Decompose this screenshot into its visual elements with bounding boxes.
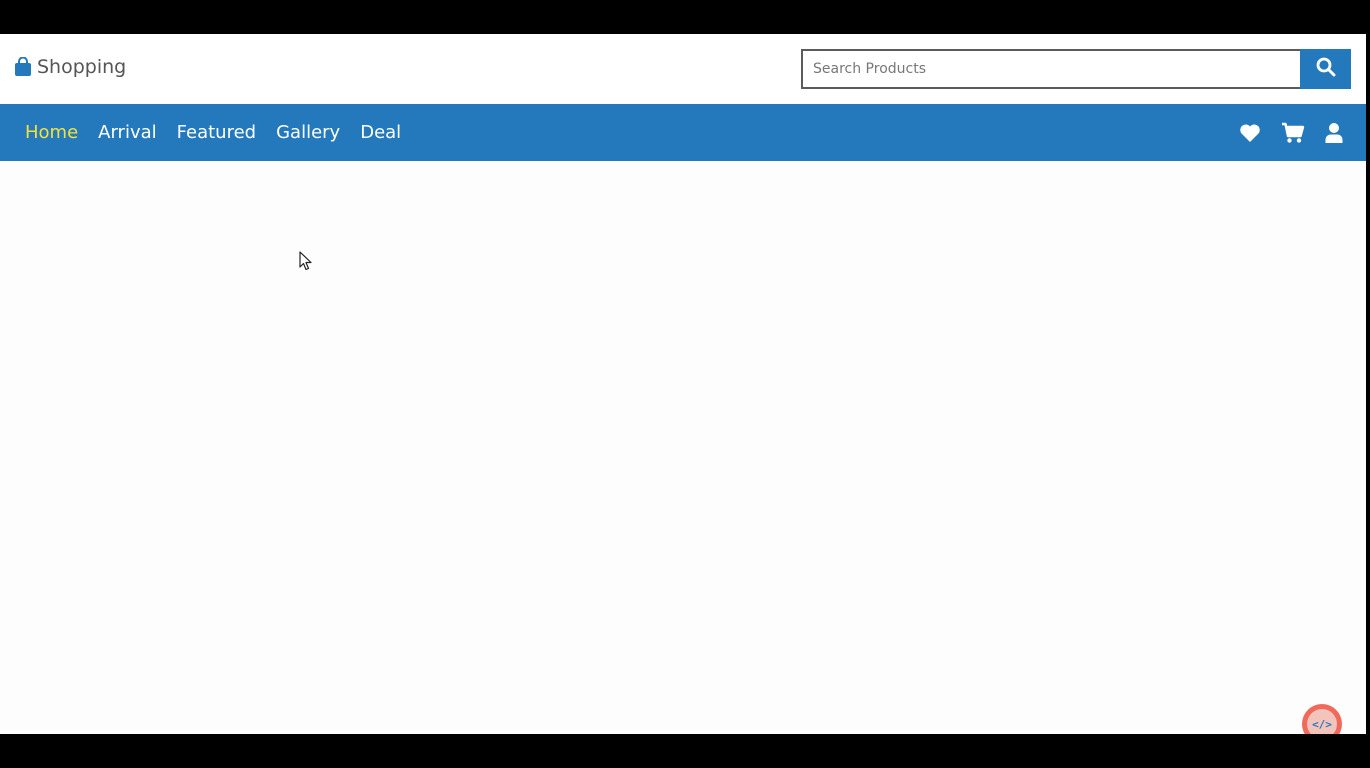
site-header: Shopping xyxy=(0,34,1366,104)
main-navbar: Home Arrival Featured Gallery Deal xyxy=(0,104,1366,161)
code-floating-button[interactable]: </> xyxy=(1302,704,1342,734)
mouse-cursor xyxy=(299,251,313,275)
nav-link-home[interactable]: Home xyxy=(25,122,78,143)
heart-icon[interactable] xyxy=(1239,123,1261,143)
letterbox-top xyxy=(0,0,1370,34)
nav-link-gallery[interactable]: Gallery xyxy=(276,122,340,143)
shopping-bag-icon xyxy=(14,57,32,77)
search-input[interactable] xyxy=(801,49,1300,89)
cart-icon[interactable] xyxy=(1281,122,1305,144)
user-icon[interactable] xyxy=(1325,122,1343,144)
page-viewport: Shopping Home Arrival Featured Gallery D… xyxy=(0,34,1366,734)
brand-label: Shopping xyxy=(37,56,127,78)
nav-link-deal[interactable]: Deal xyxy=(360,122,401,143)
search-icon xyxy=(1316,57,1336,81)
code-icon: </> xyxy=(1307,709,1337,734)
search-button[interactable] xyxy=(1300,49,1351,89)
letterbox-bottom xyxy=(0,734,1370,768)
nav-icons xyxy=(1239,104,1343,161)
nav-link-featured[interactable]: Featured xyxy=(177,122,256,143)
search-bar xyxy=(801,49,1351,89)
nav-links: Home Arrival Featured Gallery Deal xyxy=(25,104,401,161)
nav-link-arrival[interactable]: Arrival xyxy=(98,122,156,143)
brand-logo[interactable]: Shopping xyxy=(14,56,126,78)
